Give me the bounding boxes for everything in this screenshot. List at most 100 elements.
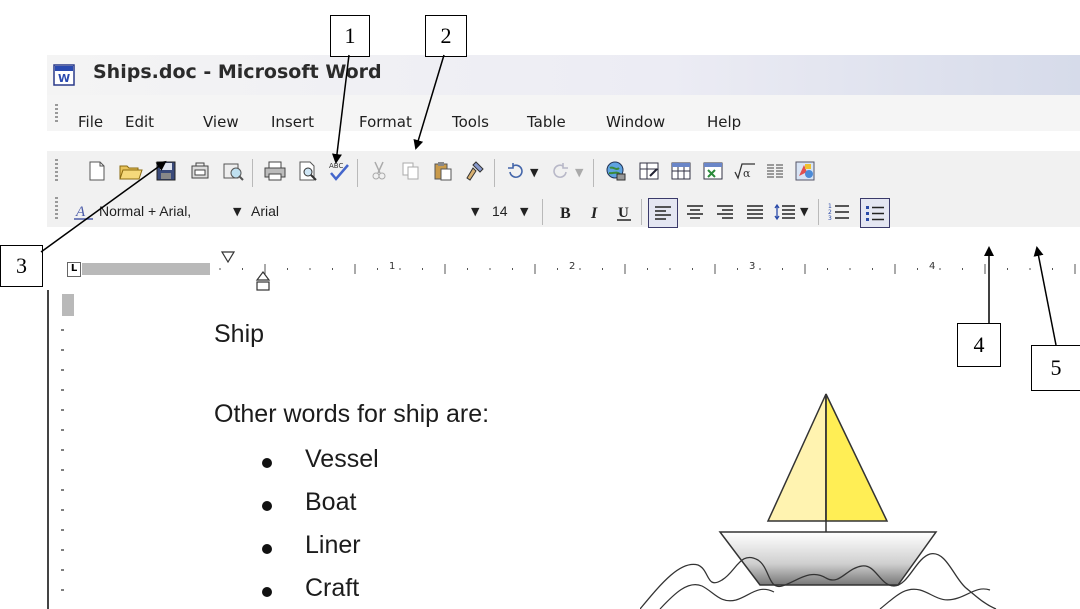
svg-text:I: I bbox=[590, 205, 598, 222]
menu-format[interactable]: Format bbox=[359, 113, 412, 131]
permission-icon bbox=[191, 162, 209, 179]
toolbar-separator bbox=[252, 159, 253, 187]
new-document-icon bbox=[89, 161, 105, 181]
insert-table-icon bbox=[671, 162, 691, 180]
menu-view[interactable]: View bbox=[203, 113, 239, 131]
permission-button[interactable] bbox=[187, 158, 213, 184]
menu-help[interactable]: Help bbox=[707, 113, 741, 131]
italic-button[interactable]: I bbox=[583, 199, 609, 225]
ruler-number: 1 bbox=[389, 261, 396, 272]
insert-hyperlink-button[interactable] bbox=[603, 158, 629, 184]
svg-text:ABC: ABC bbox=[329, 162, 343, 170]
ship-hull bbox=[718, 531, 938, 586]
tab-selector[interactable]: L bbox=[67, 262, 81, 277]
columns-button[interactable] bbox=[762, 158, 788, 184]
callout-label-2: 2 bbox=[425, 15, 467, 57]
style-dropdown-arrow-icon[interactable]: ▼ bbox=[233, 205, 241, 218]
redo-dropdown-arrow-icon[interactable]: ▼ bbox=[575, 166, 583, 179]
equation-sqrt-icon: α bbox=[734, 163, 755, 180]
toolbar-separator bbox=[641, 199, 642, 225]
bullet-item-vessel[interactable]: Vessel bbox=[305, 445, 379, 474]
font-size-dropdown-arrow-icon[interactable]: ▼ bbox=[520, 205, 528, 218]
svg-text:α: α bbox=[743, 167, 751, 180]
bullet-marker bbox=[262, 587, 272, 597]
vertical-ruler[interactable] bbox=[55, 290, 75, 609]
svg-text:A: A bbox=[75, 204, 86, 220]
font-size-box[interactable]: 14 bbox=[492, 203, 508, 219]
insert-equation-button[interactable]: α bbox=[732, 158, 758, 184]
line-spacing-button[interactable] bbox=[772, 199, 798, 225]
paste-button[interactable] bbox=[430, 158, 456, 184]
ruler-number: 3 bbox=[749, 261, 756, 272]
toolbar-grip[interactable] bbox=[55, 197, 58, 221]
line-spacing-dropdown-arrow-icon[interactable]: ▼ bbox=[800, 205, 808, 218]
styles-formatting-button[interactable]: A bbox=[72, 200, 96, 222]
tables-borders-button[interactable] bbox=[636, 158, 662, 184]
align-right-button[interactable] bbox=[712, 199, 738, 225]
svg-text:U: U bbox=[618, 205, 629, 221]
print-button[interactable] bbox=[262, 158, 288, 184]
ruler-number: 2 bbox=[569, 261, 576, 272]
menu-edit[interactable]: Edit bbox=[125, 113, 154, 131]
window-title: Ships.doc - Microsoft Word bbox=[93, 61, 382, 83]
cut-button[interactable] bbox=[366, 158, 392, 184]
copy-button[interactable] bbox=[398, 158, 424, 184]
open-button[interactable] bbox=[118, 158, 144, 184]
spelling-button[interactable]: ABC bbox=[326, 158, 352, 184]
undo-dropdown-arrow-icon[interactable]: ▼ bbox=[530, 166, 538, 179]
bullet-item-liner[interactable]: Liner bbox=[305, 531, 361, 560]
svg-text:W: W bbox=[58, 72, 70, 85]
align-center-icon bbox=[687, 205, 703, 219]
hanging-indent-marker[interactable] bbox=[255, 270, 271, 296]
spelling-check-icon: ABC bbox=[329, 162, 349, 181]
font-dropdown-arrow-icon[interactable]: ▼ bbox=[471, 205, 479, 218]
columns-icon bbox=[767, 164, 783, 178]
menu-insert[interactable]: Insert bbox=[271, 113, 314, 131]
format-painter-brush-icon bbox=[466, 161, 484, 181]
styles-formatting-icon: A bbox=[74, 204, 93, 220]
drawing-button[interactable] bbox=[792, 158, 818, 184]
menu-window[interactable]: Window bbox=[606, 113, 665, 131]
bullet-item-boat[interactable]: Boat bbox=[305, 488, 356, 517]
font-box[interactable]: Arial bbox=[251, 203, 279, 219]
menu-tools[interactable]: Tools bbox=[452, 113, 489, 131]
doc-intro-line[interactable]: Other words for ship are: bbox=[214, 400, 489, 429]
numbering-button[interactable]: 123 bbox=[826, 199, 852, 225]
undo-icon bbox=[508, 163, 523, 179]
underline-icon: U bbox=[617, 205, 631, 221]
window-border bbox=[47, 290, 49, 609]
bullets-button[interactable] bbox=[860, 198, 890, 228]
menu-table[interactable]: Table bbox=[527, 113, 566, 131]
align-left-button[interactable] bbox=[648, 198, 678, 228]
justify-button[interactable] bbox=[742, 199, 768, 225]
hyperlink-globe-icon bbox=[606, 161, 626, 181]
style-box[interactable]: Normal + Arial, bbox=[99, 203, 191, 219]
bullet-item-craft[interactable]: Craft bbox=[305, 574, 359, 603]
ship-clipart-image[interactable] bbox=[640, 390, 1000, 609]
toolbar-grip[interactable] bbox=[55, 159, 58, 183]
line-spacing-icon bbox=[774, 203, 795, 221]
menu-grip[interactable] bbox=[55, 104, 58, 124]
first-line-indent-marker[interactable] bbox=[220, 250, 236, 264]
print-icon bbox=[264, 161, 286, 181]
menu-file[interactable]: File bbox=[78, 113, 103, 131]
insert-table-button[interactable] bbox=[668, 158, 694, 184]
save-button[interactable] bbox=[153, 158, 179, 184]
title-bar: W Ships.doc - Microsoft Word bbox=[47, 55, 1080, 95]
ruler-number: 4 bbox=[929, 261, 936, 272]
bold-icon: B bbox=[560, 205, 571, 222]
research-button[interactable] bbox=[220, 158, 246, 184]
new-document-button[interactable] bbox=[84, 158, 110, 184]
print-preview-button[interactable] bbox=[295, 158, 321, 184]
redo-button[interactable] bbox=[548, 158, 574, 184]
format-painter-button[interactable] bbox=[462, 158, 488, 184]
doc-heading[interactable]: Ship bbox=[214, 320, 264, 349]
insert-excel-button[interactable] bbox=[700, 158, 726, 184]
center-button[interactable] bbox=[682, 199, 708, 225]
word-app-icon[interactable]: W bbox=[53, 63, 77, 87]
undo-button[interactable] bbox=[502, 158, 528, 184]
research-icon bbox=[223, 163, 244, 181]
vertical-ruler-ticks bbox=[61, 329, 64, 591]
underline-button[interactable]: U bbox=[611, 199, 637, 225]
bold-button[interactable]: B bbox=[553, 199, 579, 225]
